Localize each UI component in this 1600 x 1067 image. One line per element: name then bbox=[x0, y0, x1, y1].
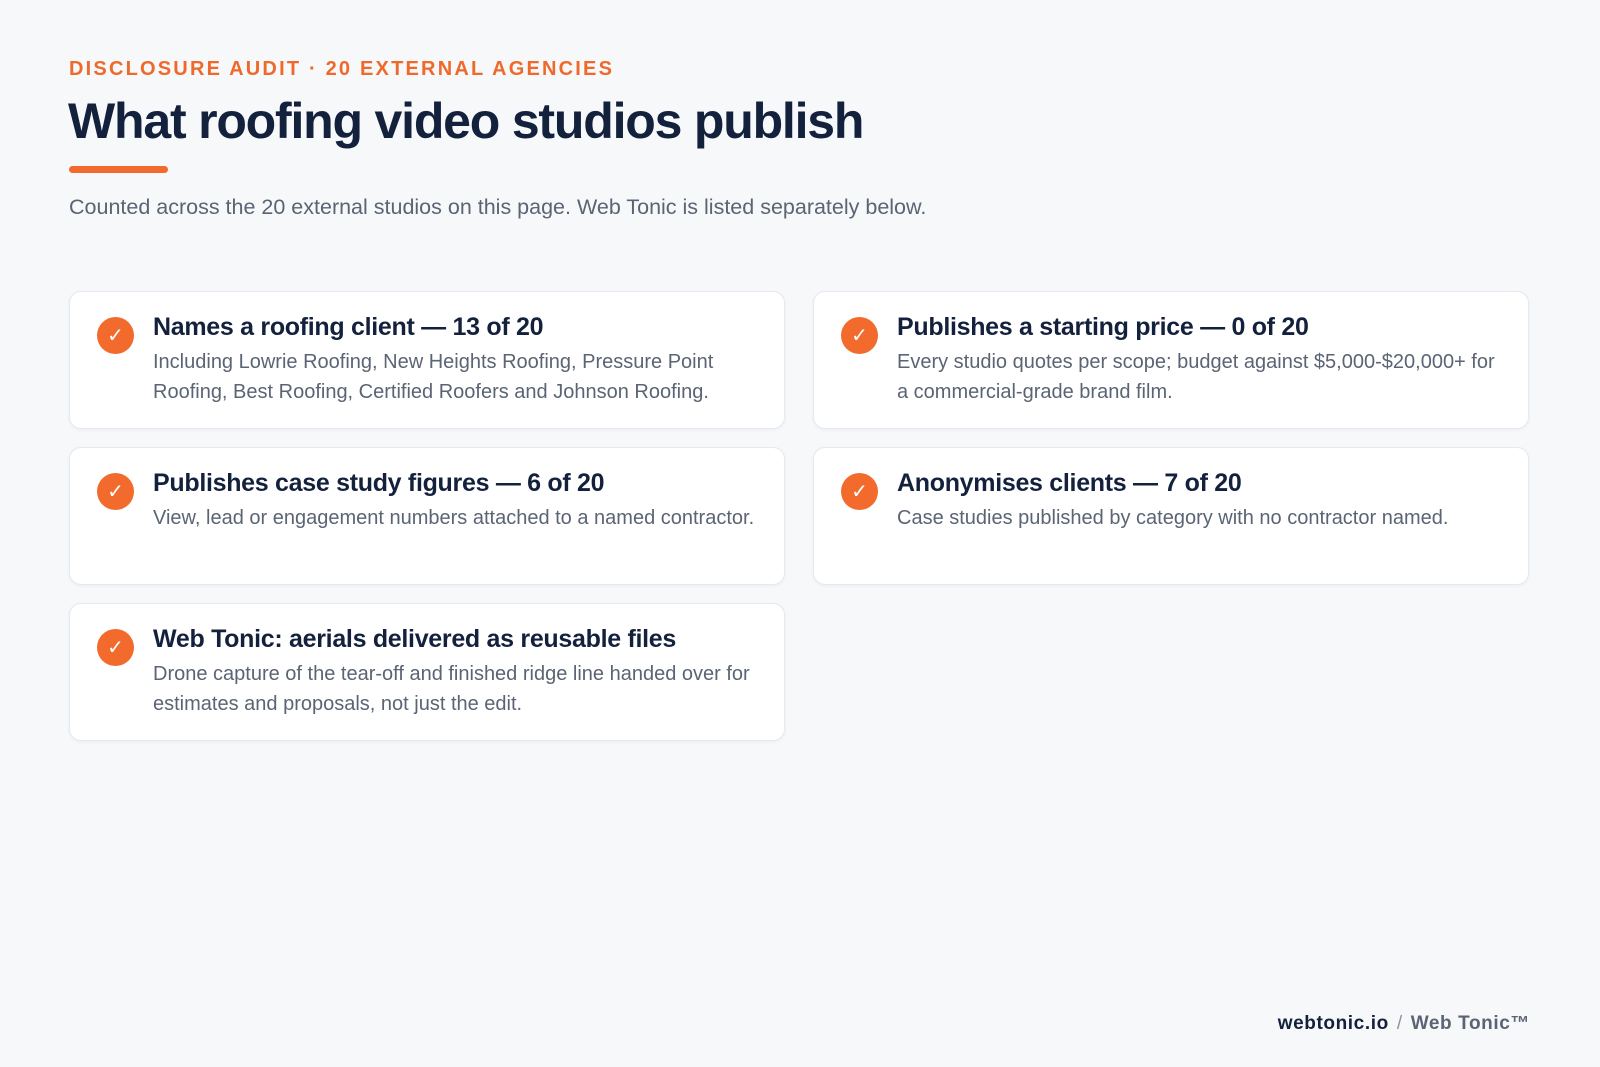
card-starting-price: ✓ Publishes a starting price — 0 of 20 E… bbox=[813, 291, 1529, 429]
card-title: Publishes a starting price — 0 of 20 bbox=[897, 313, 1309, 341]
check-icon: ✓ bbox=[841, 317, 878, 354]
check-icon: ✓ bbox=[97, 473, 134, 510]
page-title: What roofing video studios publish bbox=[68, 93, 864, 149]
footer-domain: webtonic.io bbox=[1277, 1013, 1389, 1034]
card-body: Every studio quotes per scope; budget ag… bbox=[897, 351, 1495, 403]
card-title: Names a roofing client — 13 of 20 bbox=[153, 313, 544, 341]
card-web-tonic-aerials: ✓ Web Tonic: aerials delivered as reusab… bbox=[69, 603, 785, 741]
check-icon: ✓ bbox=[97, 629, 134, 666]
footer-brand: Web Tonic™ bbox=[1410, 1013, 1530, 1034]
card-body: Including Lowrie Roofing, New Heights Ro… bbox=[153, 351, 714, 403]
card-body: Drone capture of the tear-off and finish… bbox=[153, 663, 750, 715]
footer-separator: / bbox=[1396, 1013, 1403, 1034]
card-title: Web Tonic: aerials delivered as reusable… bbox=[153, 625, 677, 653]
card-body: Case studies published by category with … bbox=[897, 507, 1449, 529]
page-subtitle: Counted across the 20 external studios o… bbox=[69, 195, 927, 219]
card-title: Publishes case study figures — 6 of 20 bbox=[153, 469, 605, 497]
check-icon: ✓ bbox=[97, 317, 134, 354]
card-anonymises-clients: ✓ Anonymises clients — 7 of 20 Case stud… bbox=[813, 447, 1529, 585]
card-title: Anonymises clients — 7 of 20 bbox=[897, 469, 1242, 497]
card-case-study-figures: ✓ Publishes case study figures — 6 of 20… bbox=[69, 447, 785, 585]
card-body: View, lead or engagement numbers attache… bbox=[153, 507, 755, 529]
title-underline bbox=[69, 166, 168, 173]
check-icon: ✓ bbox=[841, 473, 878, 510]
eyebrow-label: DISCLOSURE AUDIT · 20 EXTERNAL AGENCIES bbox=[69, 58, 615, 80]
card-names-client: ✓ Names a roofing client — 13 of 20 Incl… bbox=[69, 291, 785, 429]
footer-credit: webtonic.io / Web Tonic™ bbox=[1278, 1013, 1530, 1035]
